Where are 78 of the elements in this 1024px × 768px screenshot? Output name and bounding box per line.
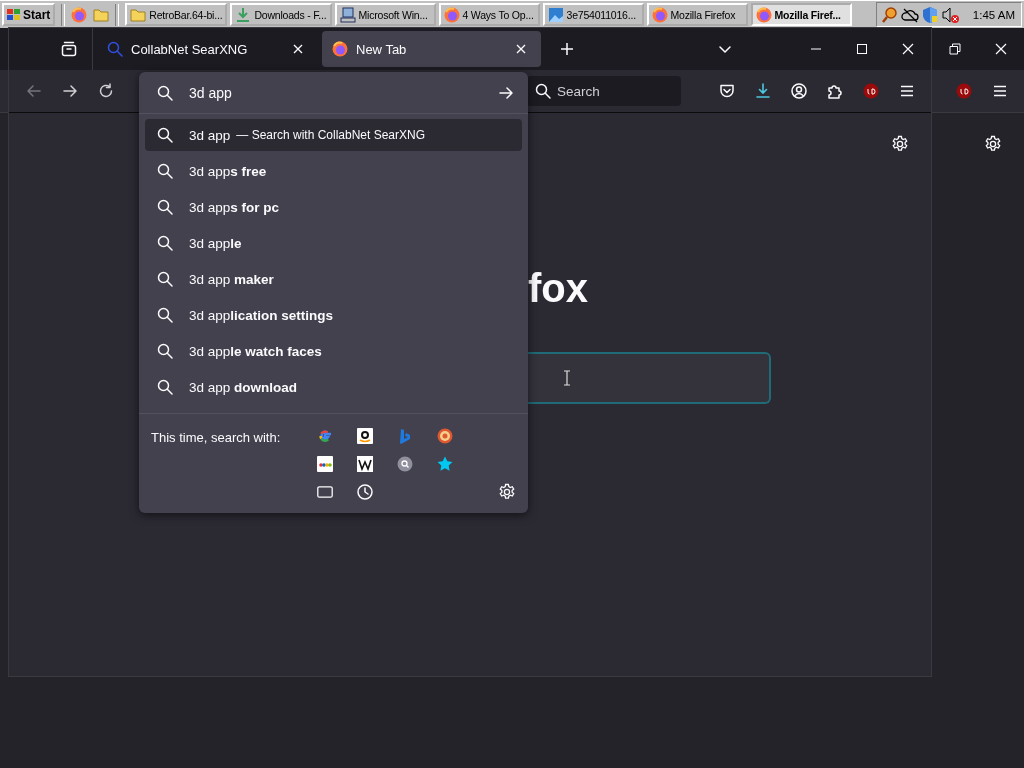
- maximize-icon: [856, 43, 868, 55]
- download-icon: [755, 83, 771, 99]
- right-arrow-icon: [498, 84, 514, 101]
- search-icon: [157, 127, 173, 143]
- search-icon: [157, 343, 173, 359]
- settings-icon[interactable]: [984, 135, 1002, 153]
- left-arrow-icon: [26, 83, 42, 99]
- search-input[interactable]: Search: [557, 83, 667, 99]
- start-button[interactable]: Start: [2, 3, 56, 26]
- suggestion-item[interactable]: 3d application settings: [145, 299, 522, 331]
- computer-icon: [339, 6, 356, 23]
- search-icon: [157, 84, 173, 101]
- suggestion-item[interactable]: 3d apps free: [145, 155, 522, 187]
- tray-icon: [61, 41, 77, 57]
- browser-icon: [651, 6, 668, 23]
- right-arrow-icon: [62, 83, 78, 99]
- close-icon: [293, 44, 303, 54]
- image-icon: [547, 6, 564, 23]
- shield-badge-icon: [956, 83, 972, 99]
- taskbar-button[interactable]: 3e754011016...: [542, 3, 644, 26]
- plus-icon: [560, 42, 574, 56]
- magnifier-icon: [107, 41, 123, 57]
- browser-icon: [332, 41, 348, 57]
- search-field[interactable]: [528, 352, 771, 404]
- settings-icon[interactable]: [891, 135, 909, 153]
- page-heading: fox: [528, 265, 589, 311]
- search-icon: [535, 83, 551, 99]
- suggestion-item[interactable]: 3d app — Search with CollabNet SearXNG: [145, 119, 522, 151]
- magnifier-icon[interactable]: [880, 5, 899, 24]
- search-icon: [157, 235, 173, 251]
- taskbar-button[interactable]: Downloads - F...: [230, 3, 332, 26]
- search-icon: [157, 271, 173, 287]
- folder-icon: [130, 6, 147, 23]
- rectangle-icon[interactable]: [317, 484, 333, 500]
- account-icon: [791, 83, 807, 99]
- clock-icon[interactable]: [357, 484, 373, 500]
- browser-icon: [443, 6, 460, 23]
- taskbar-button[interactable]: RetroBar.64-bi...: [125, 3, 228, 26]
- text-cursor-icon: [563, 370, 571, 386]
- taskbar-button[interactable]: Mozilla Firefox: [646, 3, 748, 26]
- browser-tab[interactable]: CollabNet SearXNG: [97, 31, 318, 67]
- menu-icon: [899, 83, 915, 99]
- taskbar-button[interactable]: 4 Ways To Op...: [438, 3, 540, 26]
- browser-icon[interactable]: [71, 6, 88, 23]
- browser-tab[interactable]: New Tab: [322, 31, 541, 67]
- search-icon: [157, 379, 173, 395]
- windows-logo-icon: [7, 7, 21, 22]
- search-engine-icon[interactable]: [357, 428, 373, 444]
- address-field[interactable]: 3d app: [189, 84, 478, 101]
- pocket-icon: [719, 83, 735, 99]
- suggestion-item[interactable]: 3d apple: [145, 227, 522, 259]
- shield-badge-icon: [863, 83, 879, 99]
- clock: 1:45 AM: [972, 8, 1015, 21]
- taskbar-button[interactable]: Mozilla Firef...: [750, 3, 852, 26]
- suggestion-item[interactable]: 3d apple watch faces: [145, 335, 522, 367]
- suggestion-item[interactable]: 3d app maker: [145, 263, 522, 295]
- search-icon: [157, 163, 173, 179]
- search-icon: [157, 199, 173, 215]
- suggestion-item[interactable]: 3d app download: [145, 371, 522, 403]
- search-engine-icon[interactable]: [357, 456, 373, 472]
- close-icon: [995, 43, 1007, 55]
- puzzle-icon: [827, 83, 843, 99]
- restore-icon: [949, 43, 961, 55]
- suggestion-item[interactable]: 3d apps for pc: [145, 191, 522, 223]
- search-icon: [157, 307, 173, 323]
- muted-speaker-icon[interactable]: [940, 5, 959, 24]
- search-field[interactable]: Search: [527, 76, 681, 106]
- close-icon: [902, 43, 914, 55]
- download-icon: [235, 6, 252, 23]
- taskbar-button[interactable]: Microsoft Win...: [334, 3, 436, 26]
- settings-icon[interactable]: [498, 483, 516, 501]
- close-icon: [516, 44, 526, 54]
- search-with-label: This time, search with:: [151, 429, 282, 447]
- search-engine-icon[interactable]: [397, 456, 413, 472]
- reload-icon: [98, 83, 114, 99]
- search-engine-icon[interactable]: [437, 428, 453, 444]
- browser-icon: [755, 6, 772, 23]
- menu-icon: [992, 83, 1008, 99]
